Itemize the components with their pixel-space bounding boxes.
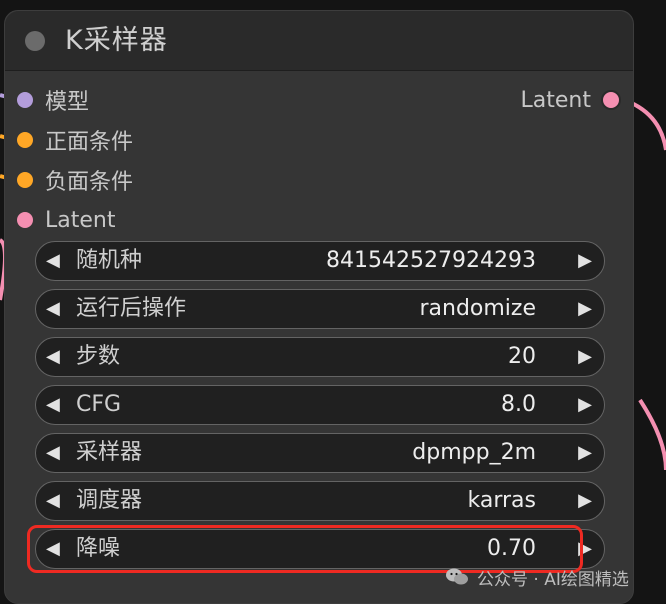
decrement-arrow-icon[interactable]: ◀ xyxy=(46,530,60,568)
node-title: K采样器 xyxy=(65,25,168,56)
widget-value[interactable]: 841542527924293 xyxy=(326,242,536,280)
increment-arrow-icon[interactable]: ▶ xyxy=(578,338,592,376)
ksampler-node[interactable]: K采样器 模型 正面条件 负面条件 Latent Latent ◀ 随机种 84… xyxy=(4,10,634,604)
decrement-arrow-icon[interactable]: ◀ xyxy=(46,290,60,328)
widget-label: 降噪 xyxy=(76,536,121,561)
wechat-icon xyxy=(446,568,468,585)
output-slot-latent[interactable]: Latent xyxy=(521,85,621,115)
decrement-arrow-icon[interactable]: ◀ xyxy=(46,386,60,424)
input-dot-icon[interactable] xyxy=(17,212,33,228)
node-header[interactable]: K采样器 xyxy=(5,11,633,71)
output-dot-icon[interactable] xyxy=(601,90,621,110)
input-dot-icon[interactable] xyxy=(17,92,33,108)
input-dot-icon[interactable] xyxy=(17,172,33,188)
increment-arrow-icon[interactable]: ▶ xyxy=(578,242,592,280)
collapse-dot-icon[interactable] xyxy=(25,31,45,51)
widget-value[interactable]: dpmpp_2m xyxy=(412,434,536,472)
input-dot-icon[interactable] xyxy=(17,132,33,148)
widget-value[interactable]: 8.0 xyxy=(501,386,536,424)
input-slot-positive[interactable]: 正面条件 xyxy=(17,125,133,155)
increment-arrow-icon[interactable]: ▶ xyxy=(578,530,592,568)
widget-value[interactable]: karras xyxy=(468,482,536,520)
input-slot-latent[interactable]: Latent xyxy=(17,205,115,235)
widget-value[interactable]: randomize xyxy=(419,290,536,328)
widget-cfg[interactable]: ◀ CFG 8.0 ▶ xyxy=(35,385,605,425)
input-label: Latent xyxy=(45,207,116,233)
widget-label: 运行后操作 xyxy=(76,296,187,321)
output-label: Latent xyxy=(520,87,591,113)
widget-denoise[interactable]: ◀ 降噪 0.70 ▶ xyxy=(35,529,605,569)
decrement-arrow-icon[interactable]: ◀ xyxy=(46,434,60,472)
increment-arrow-icon[interactable]: ▶ xyxy=(578,290,592,328)
decrement-arrow-icon[interactable]: ◀ xyxy=(46,242,60,280)
widget-sampler[interactable]: ◀ 采样器 dpmpp_2m ▶ xyxy=(35,433,605,473)
widget-steps[interactable]: ◀ 步数 20 ▶ xyxy=(35,337,605,377)
watermark-text: 公众号 · AI绘图精选 xyxy=(477,569,629,590)
increment-arrow-icon[interactable]: ▶ xyxy=(578,386,592,424)
input-slot-model[interactable]: 模型 xyxy=(17,85,89,115)
watermark: 公众号 · AI绘图精选 xyxy=(445,564,629,590)
wire-latent-out-lower xyxy=(638,398,666,471)
widget-label: 随机种 xyxy=(76,248,143,273)
decrement-arrow-icon[interactable]: ◀ xyxy=(46,482,60,520)
widget-seed[interactable]: ◀ 随机种 841542527924293 ▶ xyxy=(35,241,605,281)
widget-scheduler[interactable]: ◀ 调度器 karras ▶ xyxy=(35,481,605,521)
increment-arrow-icon[interactable]: ▶ xyxy=(578,434,592,472)
decrement-arrow-icon[interactable]: ◀ xyxy=(46,338,60,376)
input-label: 正面条件 xyxy=(45,130,134,155)
input-slot-negative[interactable]: 负面条件 xyxy=(17,165,133,195)
widget-control-after-generate[interactable]: ◀ 运行后操作 randomize ▶ xyxy=(35,289,605,329)
widget-label: CFG xyxy=(76,392,122,417)
widget-label: 步数 xyxy=(76,344,121,369)
widget-label: 采样器 xyxy=(76,440,143,465)
input-label: 模型 xyxy=(45,90,90,115)
increment-arrow-icon[interactable]: ▶ xyxy=(578,482,592,520)
widget-label: 调度器 xyxy=(76,488,143,513)
input-label: 负面条件 xyxy=(45,170,134,195)
widget-value[interactable]: 0.70 xyxy=(487,530,536,568)
widget-value[interactable]: 20 xyxy=(508,338,536,376)
